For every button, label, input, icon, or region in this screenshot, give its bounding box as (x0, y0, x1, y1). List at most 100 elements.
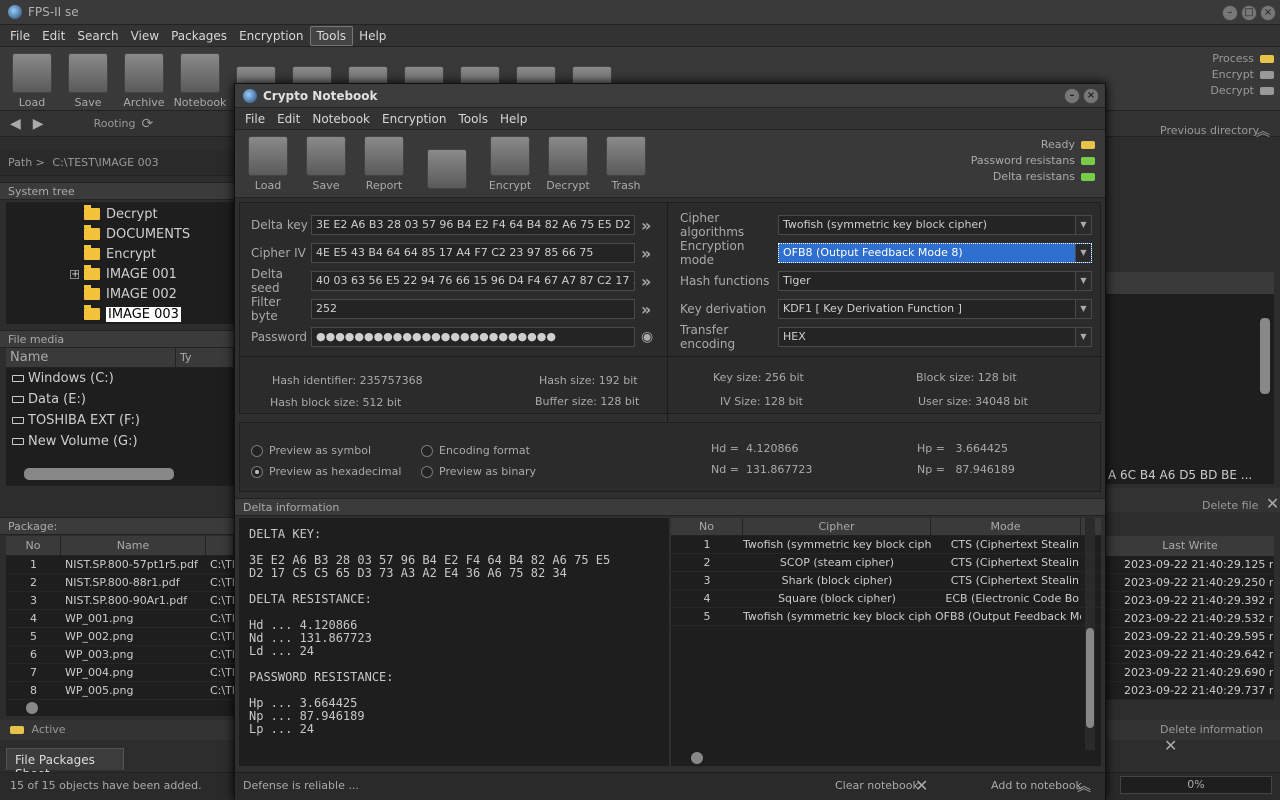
cipher-table-row[interactable]: 4 Square (block cipher) ECB (Electronic Co… (671, 590, 1101, 608)
main-menu-help[interactable]: Help (353, 27, 392, 45)
main-menu-encryption[interactable]: Encryption (233, 27, 309, 45)
package-row[interactable]: 8 WP_005.png C:\TI (6, 682, 234, 700)
filter-byte-input[interactable]: 252 (311, 299, 635, 319)
tree-item[interactable]: DOCUMENTS (6, 224, 234, 244)
radio-icon[interactable] (421, 466, 433, 478)
media-item[interactable]: Data (E:) (6, 389, 234, 410)
generate-chevron-icon[interactable]: » (641, 300, 651, 319)
chevron-down-icon[interactable]: ▼ (1075, 244, 1091, 262)
key-derivation-select[interactable]: KDF1 [ Key Derivation Function ] ▼ (778, 299, 1092, 319)
delete-file-button[interactable]: Delete file (1202, 499, 1258, 512)
dialog-menu-encryption[interactable]: Encryption (376, 110, 452, 128)
chevron-down-icon[interactable]: ▼ (1075, 272, 1091, 290)
tree-item[interactable]: IMAGE 003 (6, 304, 234, 324)
dialog-tool-trash-button[interactable]: Trash (597, 132, 655, 192)
package-row[interactable]: 7 WP_004.png C:\TI (6, 664, 234, 682)
encryption-mode-select[interactable]: OFB8 (Output Feedback Mode 8) ▼ (778, 243, 1092, 263)
table-hscroll-thumb[interactable] (691, 752, 703, 764)
media-col-type[interactable]: Ty (176, 347, 234, 368)
chevron-down-icon[interactable]: ▼ (1075, 300, 1091, 318)
refresh-icon[interactable]: ⟳ (142, 116, 154, 132)
cipher-table-row[interactable]: 3 Shark (block cipher) CTS (Ciphertext Ste… (671, 572, 1101, 590)
cipher-algorithms-select[interactable]: Twofish (symmetric key block cipher) ▼ (778, 215, 1092, 235)
dialog-close-icon[interactable]: × (1083, 88, 1099, 104)
main-menu-view[interactable]: View (125, 27, 165, 45)
pkg-col-no[interactable]: No (6, 535, 61, 556)
dialog-tool-decrypt-button[interactable]: Decrypt (539, 132, 597, 192)
radio-preview-as-binary[interactable]: Preview as binary (421, 465, 536, 478)
media-hscroll-thumb[interactable] (24, 468, 174, 480)
chevron-down-icon[interactable]: ▼ (1075, 328, 1091, 346)
table-vscroll[interactable] (1085, 518, 1095, 750)
package-lw-row[interactable]: 2023-09-22 21:40:29.125 r (1106, 556, 1274, 574)
main-menu-file[interactable]: File (4, 27, 36, 45)
table-col-cipher[interactable]: Cipher (743, 517, 931, 536)
back-arrow-icon[interactable]: ◀ (10, 116, 21, 132)
radio-encoding-format[interactable]: Encoding format (421, 444, 530, 457)
maximize-icon[interactable]: □ (1241, 5, 1257, 21)
dialog-tool-load-button[interactable]: Load (239, 132, 297, 192)
package-row[interactable]: 5 WP_002.png C:\TI (6, 628, 234, 646)
media-item[interactable]: Windows (C:) (6, 368, 234, 389)
dialog-menu-edit[interactable]: Edit (271, 110, 306, 128)
package-lw-row[interactable]: 2023-09-22 21:40:29.642 r (1106, 646, 1274, 664)
generate-chevron-icon[interactable]: » (641, 272, 651, 291)
package-row[interactable]: 4 WP_001.png C:\TI (6, 610, 234, 628)
package-row[interactable]: 3 NIST.SP.800-90Ar1.pdf C:\TI (6, 592, 234, 610)
radio-preview-as-hexadecimal[interactable]: Preview as hexadecimal (251, 465, 401, 478)
package-lw-row[interactable]: 2023-09-22 21:40:29.595 r (1106, 628, 1274, 646)
dialog-tool-report-button[interactable]: Report (355, 132, 413, 192)
cipher-table-row[interactable]: 1 Twofish (symmetric key block cipher) CTS… (671, 536, 1101, 554)
dialog-tool-media-button[interactable] (413, 132, 481, 192)
tree-item[interactable]: + IMAGE 001 (6, 264, 234, 284)
dialog-menu-file[interactable]: File (239, 110, 271, 128)
main-tool-load-button[interactable]: Load (4, 49, 60, 109)
eye-icon[interactable]: ◉ (641, 329, 653, 345)
dialog-tool-save-button[interactable]: Save (297, 132, 355, 192)
table-vscroll-thumb[interactable] (1086, 628, 1094, 728)
up-chevron-icon[interactable]: ︽ (1256, 121, 1270, 141)
main-menu-edit[interactable]: Edit (36, 27, 71, 45)
table-col-no[interactable]: No (671, 517, 743, 536)
media-item[interactable]: New Volume (G:) (6, 431, 234, 452)
package-lw-row[interactable]: 2023-09-22 21:40:29.690 r (1106, 664, 1274, 682)
main-tool-save-button[interactable]: Save (60, 49, 116, 109)
package-lw-row[interactable]: 2023-09-22 21:40:29.250 r (1106, 574, 1274, 592)
pkg-hscroll-thumb[interactable] (26, 702, 38, 714)
close-icon[interactable]: × (1260, 5, 1276, 21)
delete-info-button[interactable]: Delete information (1160, 723, 1263, 736)
pkg-col-name[interactable]: Name (61, 535, 206, 556)
clear-notebook-button[interactable]: Clear notebook (835, 779, 919, 792)
media-col-name[interactable]: Name (6, 347, 176, 368)
dialog-menu-tools[interactable]: Tools (452, 110, 494, 128)
main-tool-archive-button[interactable]: Archive (116, 49, 172, 109)
minimize-icon[interactable]: – (1222, 5, 1238, 21)
password-input[interactable]: ●●●●●●●●●●●●●●●●●●●●●●●●● (311, 327, 635, 347)
cipher-iv-input[interactable]: 4E E5 43 B4 64 64 85 17 A4 F7 C2 23 97 8… (311, 243, 635, 263)
cipher-table-row[interactable]: 5 Twofish (symmetric key block cipher) OFB… (671, 608, 1101, 626)
dialog-tool-encrypt-button[interactable]: Encrypt (481, 132, 539, 192)
main-menu-tools[interactable]: Tools (309, 25, 354, 46)
rooting-label[interactable]: Rooting (94, 117, 136, 130)
delete-info-x-icon[interactable]: ✕ (1164, 736, 1177, 755)
expand-icon[interactable]: + (70, 269, 79, 279)
main-menu-search[interactable]: Search (71, 27, 124, 45)
radio-icon[interactable] (421, 445, 433, 457)
package-row[interactable]: 1 NIST.SP.800-57pt1r5.pdf C:\TI (6, 556, 234, 574)
generate-chevron-icon[interactable]: » (641, 244, 651, 263)
clear-notebook-x-icon[interactable]: ✕ (915, 776, 928, 795)
radio-icon[interactable] (251, 445, 263, 457)
radio-icon[interactable] (251, 466, 263, 478)
add-to-notebook-icon[interactable]: ︽ (1077, 776, 1091, 796)
package-lw-row[interactable]: 2023-09-22 21:40:29.737 r (1106, 682, 1274, 700)
dialog-menu-help[interactable]: Help (494, 110, 533, 128)
right-list-scroll-thumb[interactable] (1260, 318, 1270, 394)
pkg-col-last-write[interactable]: Last Write (1106, 536, 1274, 556)
generate-chevron-icon[interactable]: » (641, 216, 651, 235)
previous-directory-button[interactable]: Previous directory (1160, 124, 1259, 137)
cipher-table-row[interactable]: 2 SCOP (steam cipher) CTS (Ciphertext Stea… (671, 554, 1101, 572)
media-item[interactable]: TOSHIBA EXT (F:) (6, 410, 234, 431)
delta-key-input[interactable]: 3E E2 A6 B3 28 03 57 96 B4 E2 F4 64 B4 8… (311, 215, 635, 235)
package-row[interactable]: 2 NIST.SP.800-88r1.pdf C:\TI (6, 574, 234, 592)
file-packages-sheet-tab[interactable]: File Packages Sheet (6, 748, 124, 781)
